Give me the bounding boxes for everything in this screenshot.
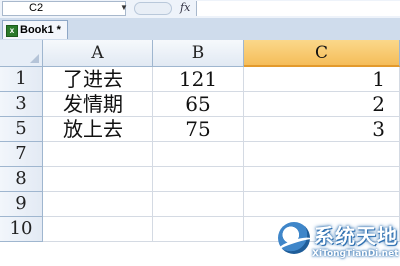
cell-a1[interactable]: 了进去 <box>43 67 153 92</box>
row-header-8[interactable]: 8 <box>0 167 43 192</box>
cell-a8[interactable] <box>43 167 153 192</box>
formula-input[interactable] <box>196 1 400 16</box>
row-header-9[interactable]: 9 <box>0 192 43 217</box>
cell-a10[interactable] <box>43 217 153 242</box>
insert-function-button[interactable]: fx <box>180 1 190 14</box>
cell-b1[interactable]: 121 <box>153 67 244 92</box>
cell-c7[interactable] <box>244 142 400 167</box>
workbook-tab-bar: x Book1 * <box>0 18 400 41</box>
select-all-triangle-icon <box>30 54 39 63</box>
excel-workbook-icon: x <box>6 25 18 37</box>
watermark-url: XiTongTianDi.net <box>312 249 399 259</box>
cell-c5[interactable]: 3 <box>244 117 400 142</box>
cell-a7[interactable] <box>43 142 153 167</box>
cell-a5[interactable]: 放上去 <box>43 117 153 142</box>
watermark: 系统天地 XiTongTianDi.net <box>275 218 400 266</box>
formula-bar-resize-handle[interactable] <box>134 2 172 15</box>
row-header-7[interactable]: 7 <box>0 142 43 167</box>
cell-b7[interactable] <box>153 142 244 167</box>
row-header-5[interactable]: 5 <box>0 117 43 142</box>
cell-b5[interactable]: 75 <box>153 117 244 142</box>
formula-bar: C2 ▼ fx <box>0 0 400 19</box>
select-all-button[interactable] <box>0 40 43 67</box>
cell-c3[interactable]: 2 <box>244 92 400 117</box>
workbook-tab[interactable]: x Book1 * <box>2 20 68 39</box>
cell-a9[interactable] <box>43 192 153 217</box>
site-logo-icon <box>275 222 315 257</box>
workbook-title: Book1 * <box>20 24 61 36</box>
column-header-b[interactable]: B <box>153 40 244 67</box>
row-header-10[interactable]: 10 <box>0 217 43 242</box>
column-header-c[interactable]: C <box>244 40 400 67</box>
cell-b8[interactable] <box>153 167 244 192</box>
column-header-a[interactable]: A <box>43 40 153 67</box>
cell-a3[interactable]: 发情期 <box>43 92 153 117</box>
name-box-value: C2 <box>29 2 44 14</box>
cell-c1[interactable]: 1 <box>244 67 400 92</box>
cell-c9[interactable] <box>244 192 400 217</box>
cell-b3[interactable]: 65 <box>153 92 244 117</box>
watermark-title: 系统天地 <box>314 224 398 248</box>
row-header-3[interactable]: 3 <box>0 92 43 117</box>
cell-b10[interactable] <box>153 217 244 242</box>
cell-b9[interactable] <box>153 192 244 217</box>
name-box[interactable]: C2 <box>2 1 126 16</box>
cell-c8[interactable] <box>244 167 400 192</box>
row-header-1[interactable]: 1 <box>0 67 43 92</box>
chevron-down-icon[interactable]: ▼ <box>120 3 128 12</box>
